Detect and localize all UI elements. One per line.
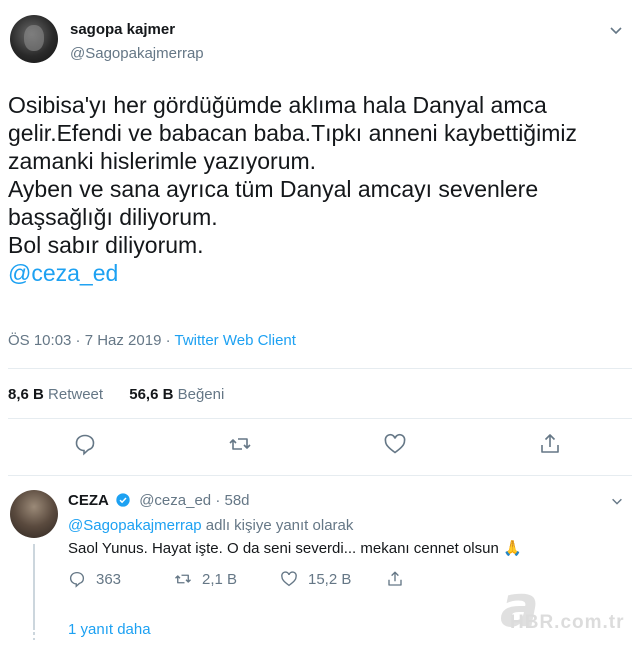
reply-like-count: 15,2 B	[308, 570, 352, 588]
mention-link[interactable]: @ceza_ed	[8, 260, 118, 286]
tweet-line: Osibisa'yı her gördüğümde aklıma hala Da…	[8, 92, 547, 118]
reply-to-suffix: adlı kişiye yanıt olarak	[201, 517, 354, 534]
divider	[8, 475, 632, 476]
tweet-line: Bol sabır diliyorum.	[8, 232, 204, 258]
retweet-icon	[175, 574, 191, 584]
client-link[interactable]: Twitter Web Client	[175, 332, 296, 349]
tweet-text: Osibisa'yı her gördüğümde aklıma hala Da…	[8, 91, 628, 287]
reply-like-button[interactable]: 15,2 B	[280, 570, 351, 588]
reply-context: @Sagopakajmerrap adlı kişiye yanıt olara…	[68, 517, 353, 534]
reply-text: Saol Yunus. Hayat işte. O da seni severd…	[68, 539, 522, 557]
folded-hands-icon: 🙏	[502, 540, 522, 557]
divider	[8, 418, 632, 419]
retweet-count: 8,6 B	[8, 386, 44, 403]
more-replies-link[interactable]: 1 yanıt daha	[68, 621, 151, 638]
tweet-line: zamanki hislerimle yazıyorum.	[8, 148, 317, 174]
heart-icon[interactable]	[383, 432, 407, 456]
share-icon	[388, 571, 402, 586]
reply-count: 363	[96, 570, 122, 588]
like-label: Beğeni	[177, 386, 225, 403]
reply-share-button[interactable]	[386, 570, 414, 588]
watermark-logo: a HBR.com.tr	[496, 572, 640, 640]
tweet-line: başsağlığı diliyorum.	[8, 204, 218, 230]
timestamp[interactable]: ÖS 10:03 · 7 Haz 2019 ·	[8, 332, 175, 349]
heart-icon	[281, 571, 297, 587]
tweet-meta: ÖS 10:03 · 7 Haz 2019 · Twitter Web Clie…	[8, 332, 296, 349]
like-stat[interactable]: 56,6 B Beğeni	[129, 386, 224, 403]
tweet-stats: 8,6 B Retweet 56,6 B Beğeni	[8, 386, 246, 403]
reply-text-body: Saol Yunus. Hayat işte. O da seni severd…	[68, 540, 503, 557]
reply-header: CEZA @ceza_ed · 58d	[68, 492, 250, 509]
author-name[interactable]: sagopa kajmer	[70, 21, 175, 38]
reply-retweet-button[interactable]: 2,1 B	[174, 570, 237, 588]
reply-icon	[69, 571, 85, 588]
share-icon[interactable]	[538, 432, 562, 456]
tweet-actions	[0, 432, 640, 462]
author-handle[interactable]: @Sagopakajmerrap	[70, 45, 204, 62]
reply-retweet-count: 2,1 B	[202, 570, 238, 588]
tweet-line: gelir.Efendi ve babacan baba.Tıpkı annen…	[8, 120, 577, 146]
avatar[interactable]	[10, 490, 58, 538]
watermark-text: HBR.com.tr	[510, 612, 625, 633]
reply-author-handle[interactable]: @ceza_ed	[139, 492, 211, 509]
reply-icon[interactable]	[73, 432, 97, 456]
tweet-line: Ayben ve sana ayrıca tüm Danyal amcayı s…	[8, 176, 539, 202]
reply-author-name[interactable]: CEZA	[68, 492, 109, 509]
reply-reply-button[interactable]: 363	[68, 570, 121, 588]
avatar[interactable]	[10, 15, 58, 63]
chevron-down-icon[interactable]	[610, 494, 624, 508]
retweet-label: Retweet	[48, 386, 104, 403]
verified-icon	[116, 493, 130, 507]
thread-dots	[33, 614, 35, 640]
reply-time[interactable]: · 58d	[215, 492, 249, 509]
retweet-icon[interactable]	[228, 432, 252, 456]
like-count: 56,6 B	[129, 386, 174, 403]
chevron-down-icon[interactable]	[608, 22, 624, 38]
divider	[8, 368, 632, 369]
retweet-stat[interactable]: 8,6 B Retweet	[8, 386, 103, 403]
reply-to-link[interactable]: @Sagopakajmerrap	[68, 517, 202, 534]
